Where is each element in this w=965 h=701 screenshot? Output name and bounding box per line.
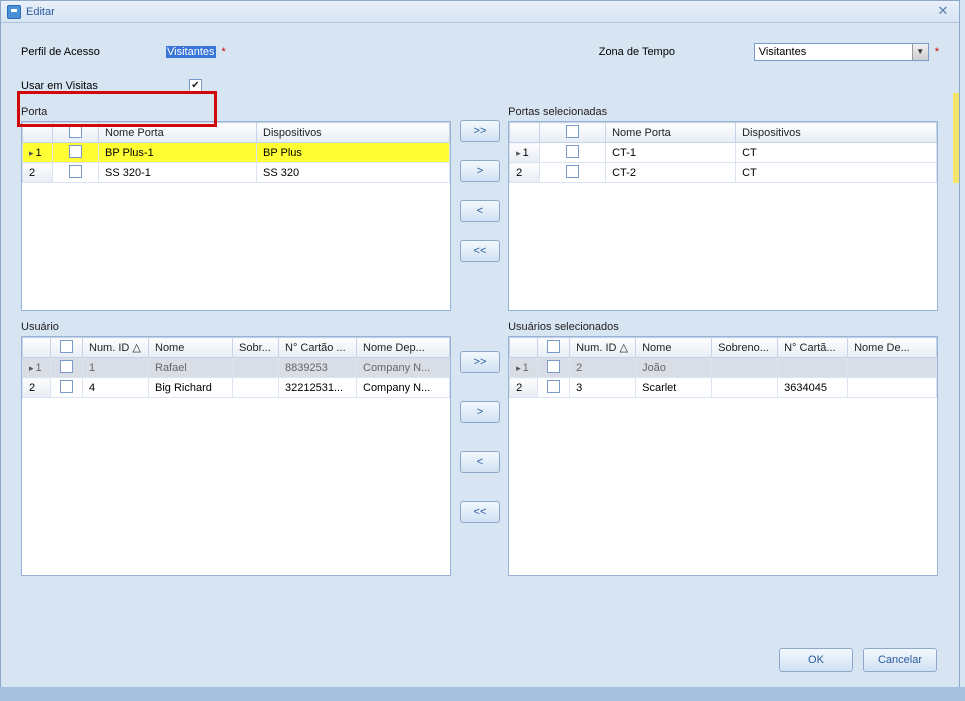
table-row[interactable]: 1 CT-1 CT xyxy=(510,143,937,163)
col-nome[interactable]: Nome xyxy=(149,338,233,358)
usuario-sel-label: Usuários selecionados xyxy=(508,321,939,333)
rowhdr-col[interactable] xyxy=(510,338,538,358)
move-left-button[interactable]: < xyxy=(460,200,500,222)
zona-label: Zona de Tempo xyxy=(599,46,754,58)
porta-sel-label: Portas selecionadas xyxy=(508,106,939,118)
col-nome-porta[interactable]: Nome Porta xyxy=(99,123,257,143)
table-row[interactable]: 1 BP Plus-1 BP Plus xyxy=(23,143,450,163)
table-row[interactable]: 2 CT-2 CT xyxy=(510,163,937,183)
col-nome[interactable]: Nome xyxy=(636,338,712,358)
col-cartao[interactable]: N° Cartã... xyxy=(778,338,848,358)
col-numid[interactable]: Num. ID △ xyxy=(83,338,149,358)
row-checkbox[interactable] xyxy=(547,380,560,393)
usuario-grid: Num. ID △ Nome Sobr... N° Cartão ... Nom… xyxy=(21,336,451,576)
row-checkbox[interactable] xyxy=(60,380,73,393)
row-checkbox[interactable] xyxy=(566,145,579,158)
porta-sel-grid: Nome Porta Dispositivos 1 CT-1 CT 2 xyxy=(508,121,938,311)
chevron-down-icon[interactable]: ▼ xyxy=(912,44,928,60)
move-all-left-button[interactable]: << xyxy=(460,501,500,523)
porta-grid: Nome Porta Dispositivos 1 BP Plus-1 BP P… xyxy=(21,121,451,311)
zona-dropdown[interactable]: Visitantes ▼ xyxy=(754,43,929,61)
move-all-right-button[interactable]: >> xyxy=(460,351,500,373)
titlebar: Editar ✕ xyxy=(1,1,959,23)
porta-label: Porta xyxy=(21,106,452,118)
cancel-button[interactable]: Cancelar xyxy=(863,648,937,672)
perfil-label: Perfil de Acesso xyxy=(21,46,166,58)
table-row[interactable]: 1 2 João xyxy=(510,358,937,378)
editar-window: Editar ✕ Perfil de Acesso Visitantes * Z… xyxy=(0,0,960,691)
checkall-col[interactable] xyxy=(51,338,83,358)
checkall-col[interactable] xyxy=(540,123,606,143)
checkall-col[interactable] xyxy=(538,338,570,358)
outer-frame xyxy=(0,687,965,701)
row-checkbox[interactable] xyxy=(547,360,560,373)
window-icon xyxy=(7,5,21,19)
move-left-button[interactable]: < xyxy=(460,451,500,473)
row-checkbox[interactable] xyxy=(566,165,579,178)
col-cartao[interactable]: N° Cartão ... xyxy=(279,338,357,358)
table-row[interactable]: 2 4 Big Richard 32212531... Company N... xyxy=(23,378,450,398)
table-row[interactable]: 2 3 Scarlet 3634045 xyxy=(510,378,937,398)
move-right-button[interactable]: > xyxy=(460,160,500,182)
row-checkbox[interactable] xyxy=(69,165,82,178)
ok-button[interactable]: OK xyxy=(779,648,853,672)
rowhdr-col[interactable] xyxy=(23,123,53,143)
rowhdr-col[interactable] xyxy=(510,123,540,143)
table-row[interactable]: 2 SS 320-1 SS 320 xyxy=(23,163,450,183)
usar-label: Usar em Visitas xyxy=(21,80,189,92)
col-dep[interactable]: Nome Dep... xyxy=(357,338,450,358)
required-mark: * xyxy=(935,46,939,58)
checkall-col[interactable] xyxy=(53,123,99,143)
move-all-right-button[interactable]: >> xyxy=(460,120,500,142)
row-checkbox[interactable] xyxy=(69,145,82,158)
decorative-edge xyxy=(953,93,959,183)
col-sobr[interactable]: Sobreno... xyxy=(712,338,778,358)
col-sobr[interactable]: Sobr... xyxy=(233,338,279,358)
usuario-label: Usuário xyxy=(21,321,452,333)
content: Perfil de Acesso Visitantes * Zona de Te… xyxy=(1,23,959,584)
move-all-left-button[interactable]: << xyxy=(460,240,500,262)
usar-checkbox[interactable]: ✔ xyxy=(189,79,202,92)
rowhdr-col[interactable] xyxy=(23,338,51,358)
move-right-button[interactable]: > xyxy=(460,401,500,423)
row-checkbox[interactable] xyxy=(60,360,73,373)
window-title: Editar xyxy=(26,6,55,18)
usuario-sel-grid: Num. ID △ Nome Sobreno... N° Cartã... No… xyxy=(508,336,938,576)
col-numid[interactable]: Num. ID △ xyxy=(570,338,636,358)
col-nome-porta[interactable]: Nome Porta xyxy=(606,123,736,143)
col-dispositivos[interactable]: Dispositivos xyxy=(257,123,450,143)
close-icon[interactable]: ✕ xyxy=(933,4,953,20)
table-row[interactable]: 1 1 Rafael 8839253 Company N... xyxy=(23,358,450,378)
required-mark: * xyxy=(222,46,226,58)
col-dep[interactable]: Nome De... xyxy=(848,338,937,358)
perfil-input[interactable]: Visitantes xyxy=(166,46,216,58)
col-dispositivos[interactable]: Dispositivos xyxy=(736,123,937,143)
